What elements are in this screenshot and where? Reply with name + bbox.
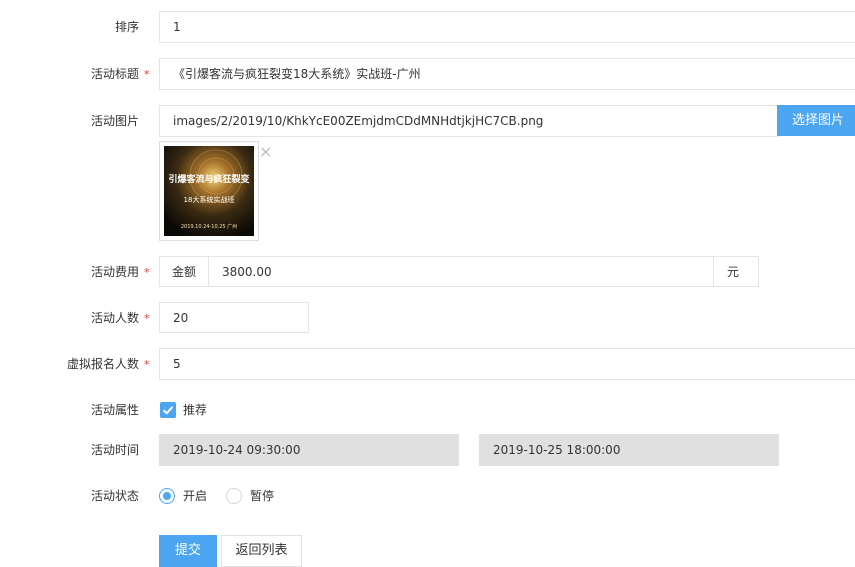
status-label: 活动状态 — [90, 489, 139, 503]
status-option-pause-label: 暂停 — [250, 489, 275, 503]
fee-required-mark: * — [144, 266, 150, 279]
sort-label: 排序 — [114, 20, 139, 34]
thumbnail-artwork: 引爆客流与疯狂裂变 18大系统实战班 2019.10.24-10.25 广州 — [164, 146, 254, 236]
people-required-mark: * — [144, 312, 150, 325]
image-thumbnail: 引爆客流与疯狂裂变 18大系统实战班 2019.10.24-10.25 广州 — [159, 141, 259, 241]
submit-button[interactable]: 提交 — [159, 535, 217, 567]
back-to-list-button[interactable]: 返回列表 — [221, 535, 302, 567]
status-option-open-label: 开启 — [183, 489, 208, 503]
fee-suffix-addon: 元 — [713, 256, 759, 287]
time-label: 活动时间 — [90, 443, 139, 457]
fee-prefix-addon: 金额 — [159, 256, 209, 287]
remove-image-icon[interactable]: × — [259, 143, 272, 161]
thumbnail-line-3: 2019.10.24-10.25 广州 — [181, 223, 237, 230]
image-path-input[interactable]: images/2/2019/10/KhkYcE00ZEmjdmCDdMNHdtj… — [159, 105, 779, 137]
select-image-button[interactable]: 选择图片 — [777, 105, 855, 136]
attribute-label: 活动属性 — [90, 403, 139, 417]
title-required-mark: * — [144, 68, 150, 81]
end-time-input[interactable]: 2019-10-25 18:00:00 — [479, 434, 779, 466]
recommend-checkbox[interactable] — [160, 402, 176, 418]
people-label: 活动人数 — [90, 311, 139, 325]
status-radio-pause[interactable] — [226, 488, 242, 504]
title-input[interactable]: 《引爆客流与疯狂裂变18大系统》实战班-广州 — [159, 58, 855, 90]
recommend-option-label: 推荐 — [183, 403, 208, 417]
fee-input[interactable]: 3800.00 — [208, 256, 714, 287]
image-label: 活动图片 — [90, 114, 139, 128]
virtual-signup-required-mark: * — [144, 358, 150, 371]
people-input[interactable]: 20 — [159, 302, 309, 333]
virtual-signup-input[interactable]: 5 — [159, 348, 855, 380]
start-time-input[interactable]: 2019-10-24 09:30:00 — [159, 434, 459, 466]
title-label: 活动标题 — [90, 67, 139, 81]
thumbnail-line-2: 18大系统实战班 — [184, 195, 235, 204]
status-radio-open[interactable] — [159, 488, 175, 504]
thumbnail-line-1: 引爆客流与疯狂裂变 — [168, 173, 249, 185]
fee-label: 活动费用 — [90, 265, 139, 279]
sort-input[interactable]: 1 — [159, 11, 855, 43]
virtual-signup-label: 虚拟报名人数 — [66, 357, 139, 371]
check-icon — [162, 406, 174, 415]
